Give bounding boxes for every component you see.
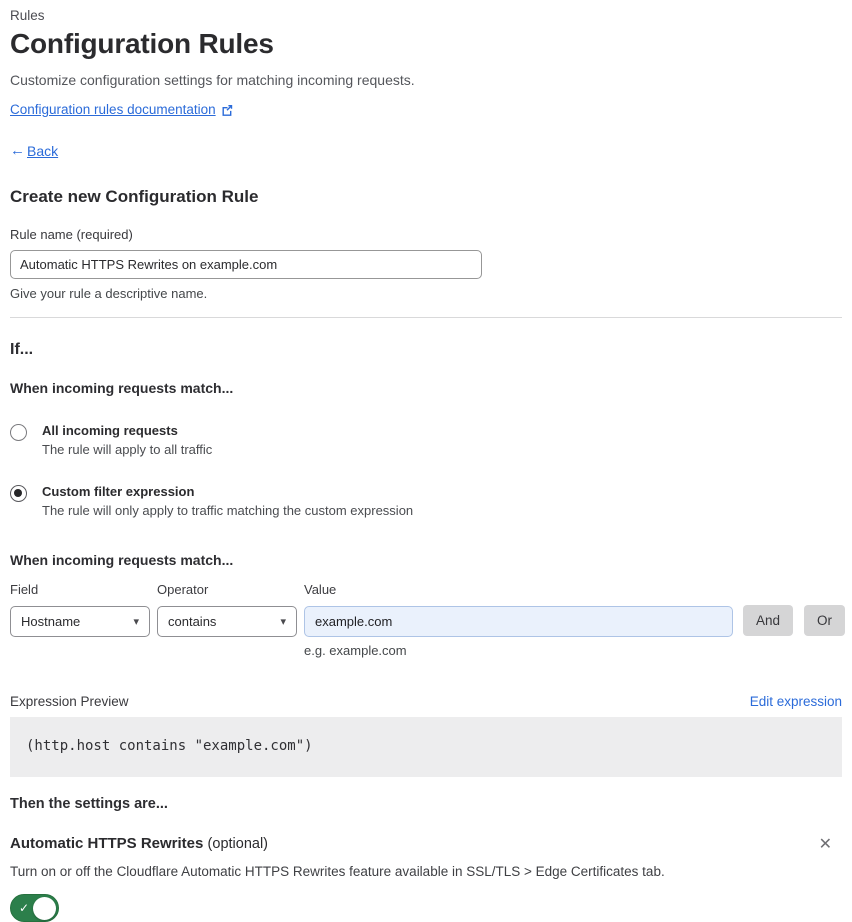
edit-expression-link[interactable]: Edit expression (750, 694, 842, 709)
if-heading: If... (10, 341, 34, 358)
documentation-link[interactable]: Configuration rules documentation (10, 102, 233, 117)
match-label: When incoming requests match... (10, 380, 234, 396)
expression-preview-label: Expression Preview (10, 694, 129, 709)
field-select[interactable]: Hostname ▾ (10, 606, 150, 637)
rule-name-label: Rule name (required) (10, 227, 133, 242)
radio-button-unselected[interactable] (10, 424, 27, 441)
value-input[interactable] (304, 606, 733, 637)
create-rule-heading: Create new Configuration Rule (10, 187, 259, 206)
operator-select-value: contains (168, 614, 217, 629)
radio-option-description: The rule will only apply to traffic matc… (42, 503, 414, 518)
radio-option-all-incoming[interactable]: All incoming requests The rule will appl… (10, 423, 842, 457)
setting-description: Turn on or off the Cloudflare Automatic … (10, 864, 665, 879)
chevron-down-icon: ▾ (280, 616, 286, 628)
builder-heading: When incoming requests match... (10, 552, 234, 568)
or-button[interactable]: Or (804, 605, 846, 636)
radio-option-custom-filter[interactable]: Custom filter expression The rule will o… (10, 484, 842, 518)
radio-option-description: The rule will apply to all traffic (42, 442, 213, 457)
documentation-link-label: Configuration rules documentation (10, 102, 216, 117)
field-select-value: Hostname (21, 614, 81, 629)
chevron-down-icon: ▾ (133, 616, 139, 628)
toggle-knob[interactable] (33, 897, 56, 920)
automatic-https-rewrites-toggle[interactable]: ✓ (10, 894, 59, 922)
radio-option-label: Custom filter expression (42, 484, 195, 499)
close-icon[interactable]: ✕ (815, 835, 836, 855)
breadcrumb: Rules (10, 8, 45, 23)
expression-builder: Field Hostname ▾ Operator contains ▾ Val… (10, 582, 846, 658)
radio-option-label: All incoming requests (42, 423, 178, 438)
back-link[interactable]: ← Back (10, 142, 58, 159)
rule-name-help: Give your rule a descriptive name. (10, 286, 208, 301)
setting-optional-label: (optional) (207, 836, 268, 852)
field-label: Field (10, 582, 39, 597)
expression-preview-code: (http.host contains "example.com") (10, 717, 842, 777)
radio-button-selected[interactable] (10, 485, 27, 502)
back-arrow-icon: ← (10, 142, 25, 159)
and-button[interactable]: And (743, 605, 794, 636)
check-icon: ✓ (19, 901, 30, 915)
rule-name-input[interactable] (10, 250, 482, 279)
back-link-label: Back (27, 142, 59, 159)
setting-name: Automatic HTTPS Rewrites (10, 835, 204, 852)
then-settings-heading: Then the settings are... (10, 796, 168, 812)
section-divider (10, 317, 842, 318)
value-label: Value (304, 582, 337, 597)
operator-select[interactable]: contains ▾ (157, 606, 297, 637)
operator-label: Operator (157, 582, 209, 597)
page-subtitle: Customize configuration settings for mat… (10, 72, 415, 88)
page-title: Configuration Rules (10, 28, 274, 59)
configuration-rules-page: Rules Configuration Rules Customize conf… (0, 0, 852, 922)
external-link-icon (221, 104, 233, 116)
value-hint: e.g. example.com (304, 643, 407, 658)
setting-title: Automatic HTTPS Rewrites (optional) (10, 835, 268, 852)
